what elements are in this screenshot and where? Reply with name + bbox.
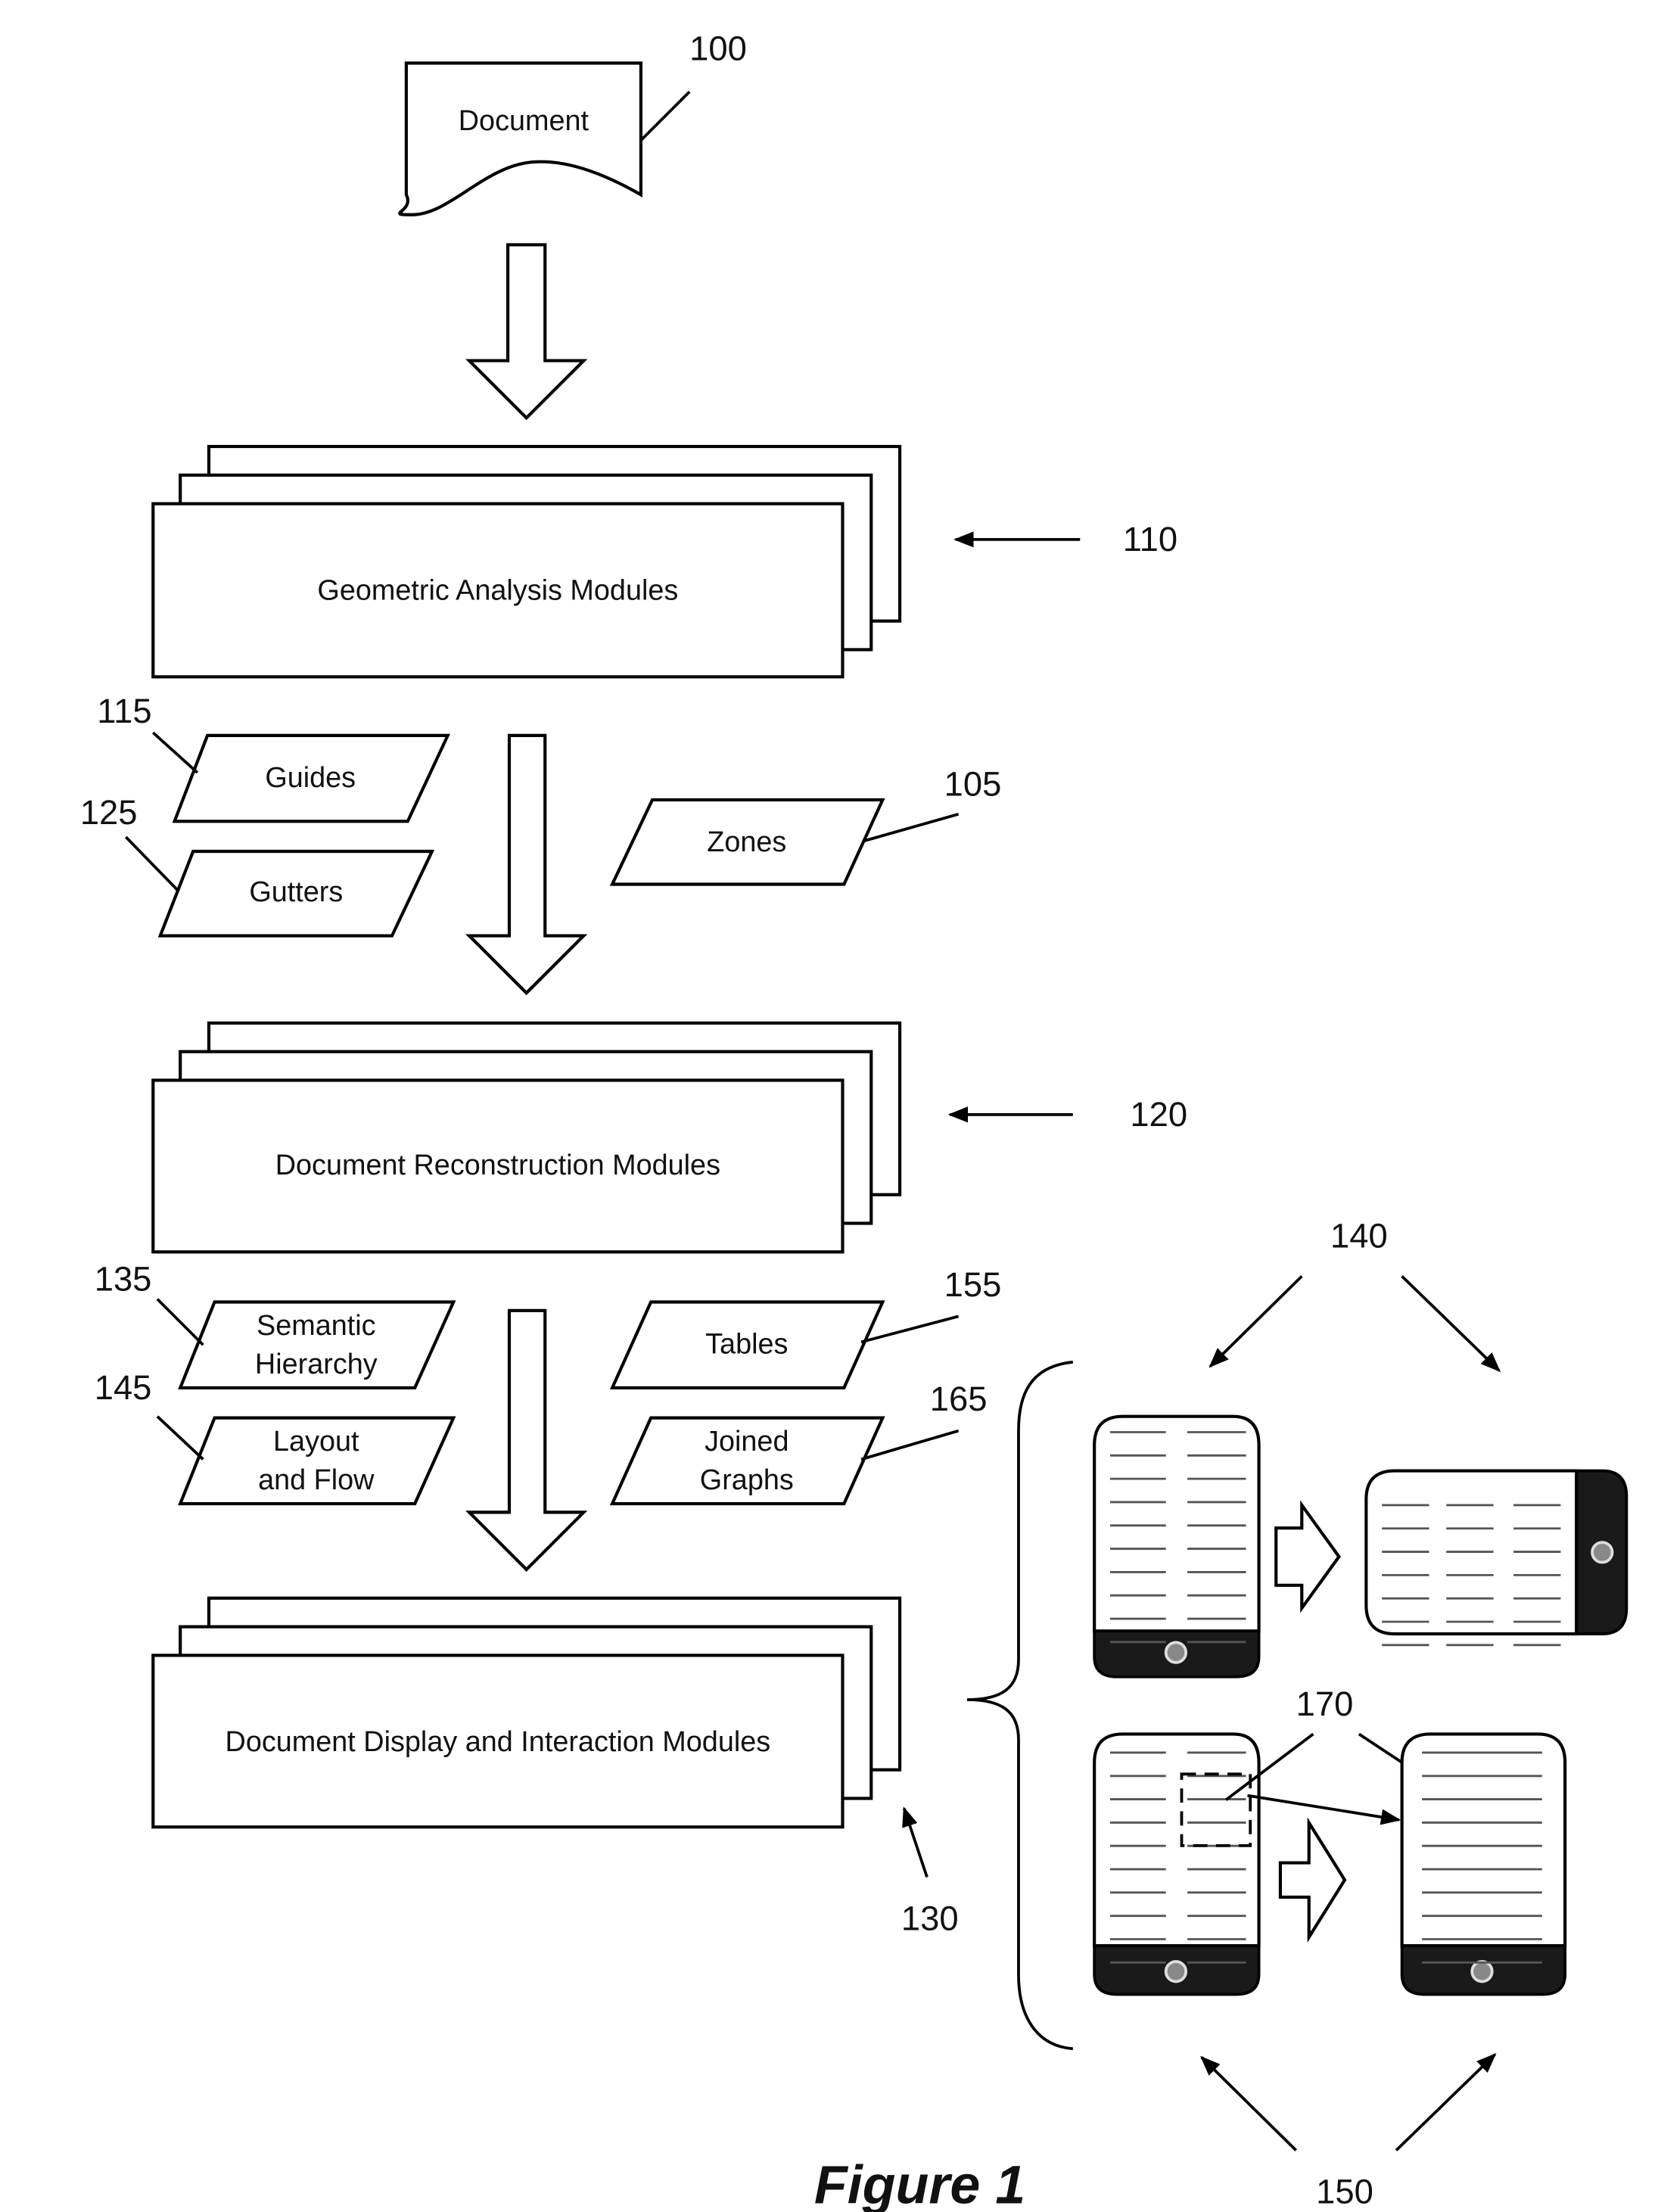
ref-number: 130 <box>901 1899 959 1937</box>
ref-number: 170 <box>1296 1685 1354 1723</box>
home-button-icon <box>1591 1541 1614 1564</box>
zones-item: Zones 105 <box>609 764 1002 886</box>
ref-number: 135 <box>95 1259 152 1298</box>
ref-number: 110 <box>1123 520 1177 558</box>
portrait-device-selection <box>1093 1732 1261 1996</box>
landscape-device-three-column <box>1364 1469 1628 1647</box>
portrait-device-single-column <box>1400 1732 1567 1996</box>
display-interaction-node: Document Display and Interaction Modules <box>151 1596 902 1829</box>
layout-label-line2: and Flow <box>258 1464 375 1496</box>
tables-label: Tables <box>705 1329 788 1361</box>
pointer-arrow-icon <box>1247 1794 1401 1825</box>
diagram-canvas: Document 100 Geometric Analysis Modules … <box>80 30 1628 2212</box>
geometric-analysis-node: Geometric Analysis Modules <box>151 444 902 679</box>
transition-arrow-icon <box>1278 1817 1347 1943</box>
home-button-icon <box>1164 1641 1188 1664</box>
ref-number: 100 <box>689 30 747 68</box>
layout-label-line1: Layout <box>273 1426 359 1458</box>
joined-graphs-item: Joined Graphs 165 <box>609 1380 988 1506</box>
ref-number: 125 <box>80 793 138 832</box>
document-shape <box>398 61 642 216</box>
joined-label-line2: Graphs <box>700 1464 794 1496</box>
geometric-label: Geometric Analysis Modules <box>317 574 678 606</box>
ref-number: 150 <box>1316 2172 1373 2210</box>
semantic-label-line1: Semantic <box>257 1310 376 1342</box>
pointer-arrow-icon <box>1401 1275 1501 1373</box>
guides-item: Guides 115 <box>97 692 450 823</box>
ref-number: 140 <box>1330 1217 1388 1255</box>
leader-line <box>152 731 199 774</box>
pointer-arrow-icon <box>1209 1275 1303 1368</box>
figure-caption: Figure 1 <box>814 2154 1025 2212</box>
leader-line <box>156 1415 204 1461</box>
brace-shape <box>966 1361 1074 2051</box>
portrait-device-two-column <box>1093 1414 1261 1678</box>
leader-line <box>125 835 180 893</box>
tables-item: Tables 155 <box>609 1265 1002 1389</box>
pointer-arrow-icon <box>1200 2055 1298 2151</box>
pointer-arrow-icon <box>1395 2053 1497 2151</box>
reconstruction-label: Document Reconstruction Modules <box>275 1150 720 1181</box>
ref-number: 105 <box>944 764 1002 803</box>
semantic-label-line2: Hierarchy <box>255 1349 378 1380</box>
display-label: Document Display and Interaction Modules <box>226 1726 771 1758</box>
leader-line <box>156 1298 204 1346</box>
zones-label: Zones <box>707 826 786 858</box>
reconstruction-node: Document Reconstruction Modules <box>151 1021 902 1254</box>
document-label: Document <box>459 105 589 137</box>
leader-line <box>639 90 691 142</box>
flow-arrow-icon <box>465 1308 588 1572</box>
home-button-icon <box>1470 1960 1494 1983</box>
ref-number: 155 <box>944 1265 1002 1304</box>
gutters-label: Gutters <box>249 876 343 908</box>
ref-number: 120 <box>1130 1095 1187 1134</box>
guides-label: Guides <box>265 762 356 794</box>
pointer-arrow-icon <box>902 1806 929 1878</box>
document-node: Document 100 <box>398 30 747 216</box>
flow-arrow-icon <box>465 733 588 996</box>
ref-number: 115 <box>97 692 151 730</box>
home-button-icon <box>1164 1960 1188 1983</box>
leader-line <box>862 813 960 843</box>
transition-arrow-icon <box>1274 1500 1342 1613</box>
flow-arrow-icon <box>465 243 588 421</box>
joined-label-line1: Joined <box>705 1426 789 1458</box>
ref-number: 145 <box>95 1368 152 1407</box>
ref-number: 165 <box>930 1380 988 1418</box>
